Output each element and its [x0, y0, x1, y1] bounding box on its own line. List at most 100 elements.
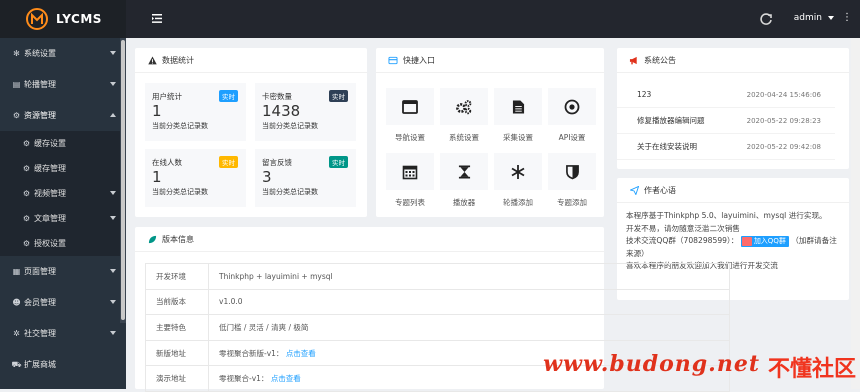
- chevron-up-icon: [110, 113, 116, 117]
- watermark: www.budong.net 不懂社区: [543, 351, 856, 383]
- table-value: v1.0.0: [208, 288, 730, 316]
- notice-title: 系统公告: [644, 55, 676, 65]
- sidebar-item-label: 授权设置: [34, 239, 66, 248]
- quick-item-collect[interactable]: 采集设置: [494, 88, 542, 143]
- shield-icon: [565, 164, 579, 179]
- quick-item-carousel-add[interactable]: 轮播添加: [494, 153, 542, 208]
- quick-item-label: 采集设置: [503, 133, 533, 142]
- quick-item-system[interactable]: 系统设置: [440, 88, 488, 143]
- table-key: 开发环境: [145, 263, 209, 290]
- qq-group-text: 技术交流QQ群（708298599）：: [626, 236, 739, 246]
- sidebar-item-label: 页面管理: [24, 267, 56, 276]
- view-link[interactable]: 点击查看: [271, 374, 301, 383]
- sidebar-subitem-cache-manage[interactable]: ⚙ 缓存管理: [0, 156, 126, 181]
- quick-item-label: 系统设置: [449, 133, 479, 142]
- sidebar-scrollbar-thumb[interactable]: [121, 40, 125, 320]
- snowflake-icon: [511, 164, 525, 179]
- gear-icon: ✻: [13, 49, 20, 58]
- sidebar-item-pages[interactable]: ▦ 页面管理: [0, 256, 126, 287]
- sidebar-item-members[interactable]: ☻ 会员管理: [0, 287, 126, 318]
- sidebar-subitem-video[interactable]: ⚙ 视频管理: [0, 181, 126, 206]
- logo-text: LYCMS: [56, 12, 102, 26]
- realtime-badge: 实时: [329, 156, 348, 168]
- hourglass-icon: [458, 165, 470, 178]
- menu-toggle-icon[interactable]: [152, 14, 162, 23]
- join-qq-button[interactable]: 加入QQ群: [740, 235, 789, 247]
- sidebar-item-label: 视频管理: [34, 189, 66, 198]
- stat-card-feedback[interactable]: 实时 留言反馈 3 当前分类总记录数: [255, 149, 356, 207]
- notice-date: 2020-05-22 09:28:23: [746, 116, 821, 125]
- notice-text: 关于在线安装说明: [637, 142, 697, 151]
- sidebar-item-label: 社交管理: [24, 329, 56, 338]
- sidebar-item-label: 系统设置: [24, 49, 56, 58]
- logo-icon: [26, 8, 48, 30]
- sidebar-item-resources[interactable]: ⚙ 资源管理: [0, 100, 126, 131]
- sidebar-subitem-auth[interactable]: ⚙ 授权设置: [0, 231, 126, 256]
- sidebar-item-label: 会员管理: [24, 298, 56, 307]
- author-title: 作者心语: [644, 185, 676, 195]
- quick-item-api[interactable]: API设置: [548, 88, 596, 143]
- quick-item-label: 播放器: [452, 198, 476, 207]
- username: admin: [793, 13, 822, 23]
- stats-card: 数据统计 实时 用户统计 1 当前分类总记录数 实时 卡密数量 1438 当前分…: [135, 48, 367, 217]
- logo-area[interactable]: LYCMS: [0, 0, 126, 38]
- sidebar-item-social[interactable]: ✲ 社交管理: [0, 318, 126, 349]
- stat-desc: 当前分类总记录数: [262, 188, 318, 196]
- warning-icon: [147, 55, 157, 65]
- chevron-down-icon: [828, 16, 834, 20]
- quick-item-topic-add[interactable]: 专题添加: [548, 153, 596, 208]
- user-menu[interactable]: admin: [794, 13, 834, 23]
- top-bar: admin ⋮: [126, 0, 860, 38]
- gears-icon: ⚙: [22, 214, 31, 223]
- quick-item-label: 轮播添加: [503, 198, 533, 207]
- cart-icon: ⛟: [11, 359, 22, 369]
- table-key: 当前版本: [145, 288, 209, 316]
- notice-row[interactable]: 关于在线安装说明 2020-05-22 09:42:08: [617, 134, 835, 160]
- dot-circle-icon: [564, 99, 580, 114]
- gears-icon: ⚙: [12, 111, 21, 120]
- page-icon: ▦: [12, 267, 21, 276]
- users-icon: ☻: [12, 298, 21, 307]
- table-value-text: 零视聚合新版-v1：: [219, 348, 284, 358]
- realtime-badge: 实时: [329, 90, 348, 102]
- stat-card-cards[interactable]: 实时 卡密数量 1438 当前分类总记录数: [255, 83, 356, 141]
- sidebar-item-label: 缓存设置: [34, 139, 66, 148]
- sidebar-item-label: 轮播管理: [24, 80, 56, 89]
- quick-item-topic-list[interactable]: 专题列表: [386, 153, 434, 208]
- stat-card-online[interactable]: 实时 在线人数 1 当前分类总记录数: [145, 149, 246, 207]
- notice-row[interactable]: 123 2020-04-24 15:46:06: [617, 82, 835, 108]
- gears-icon: ⚙: [22, 139, 31, 148]
- gears-icon: ⚙: [22, 239, 31, 248]
- image-icon: ▤: [12, 80, 21, 89]
- quick-item-label: API设置: [558, 133, 586, 142]
- quick-item-label: 导航设置: [395, 133, 425, 142]
- more-vertical-icon[interactable]: ⋮: [842, 13, 852, 23]
- stat-value: 1: [152, 168, 162, 186]
- stat-card-users[interactable]: 实时 用户统计 1 当前分类总记录数: [145, 83, 246, 141]
- watermark-name: 不懂社区: [767, 356, 856, 382]
- quick-item-player[interactable]: 播放器: [440, 153, 488, 208]
- page-scrollbar[interactable]: [851, 38, 860, 389]
- refresh-icon[interactable]: [759, 12, 773, 26]
- notice-row[interactable]: 修复播放器编辑问题 2020-05-22 09:28:23: [617, 108, 835, 134]
- sidebar-subitem-article[interactable]: ⚙ 文章管理: [0, 206, 126, 231]
- quick-item-label: 专题列表: [395, 198, 425, 207]
- table-key: 演示地址: [145, 365, 209, 392]
- sidebar-item-shop[interactable]: ⛟ 扩展商城: [0, 349, 126, 380]
- sidebar-submenu: ⚙ 缓存设置 ⚙ 缓存管理 ⚙ 视频管理 ⚙ 文章管理 ⚙ 授权设置: [0, 131, 126, 256]
- bullhorn-icon: [629, 55, 639, 65]
- quick-item-label: 专题添加: [557, 198, 587, 207]
- quick-entry-title: 快捷入口: [403, 55, 435, 65]
- sidebar-item-system[interactable]: ✻ 系统设置: [0, 38, 126, 69]
- sidebar-item-carousel[interactable]: ▤ 轮播管理: [0, 69, 126, 100]
- table-key: 主要特色: [145, 314, 209, 341]
- view-link[interactable]: 点击查看: [286, 349, 316, 358]
- chevron-down-icon: [110, 300, 116, 304]
- social-icon: ✲: [13, 329, 20, 338]
- stat-desc: 当前分类总记录数: [152, 188, 208, 196]
- notice-date: 2020-04-24 15:46:06: [746, 90, 821, 99]
- quick-item-nav[interactable]: 导航设置: [386, 88, 434, 143]
- sidebar-item-label: 缓存管理: [34, 164, 66, 173]
- sidebar-subitem-cache-settings[interactable]: ⚙ 缓存设置: [0, 131, 126, 156]
- quick-entry-header: 快捷入口: [376, 48, 604, 73]
